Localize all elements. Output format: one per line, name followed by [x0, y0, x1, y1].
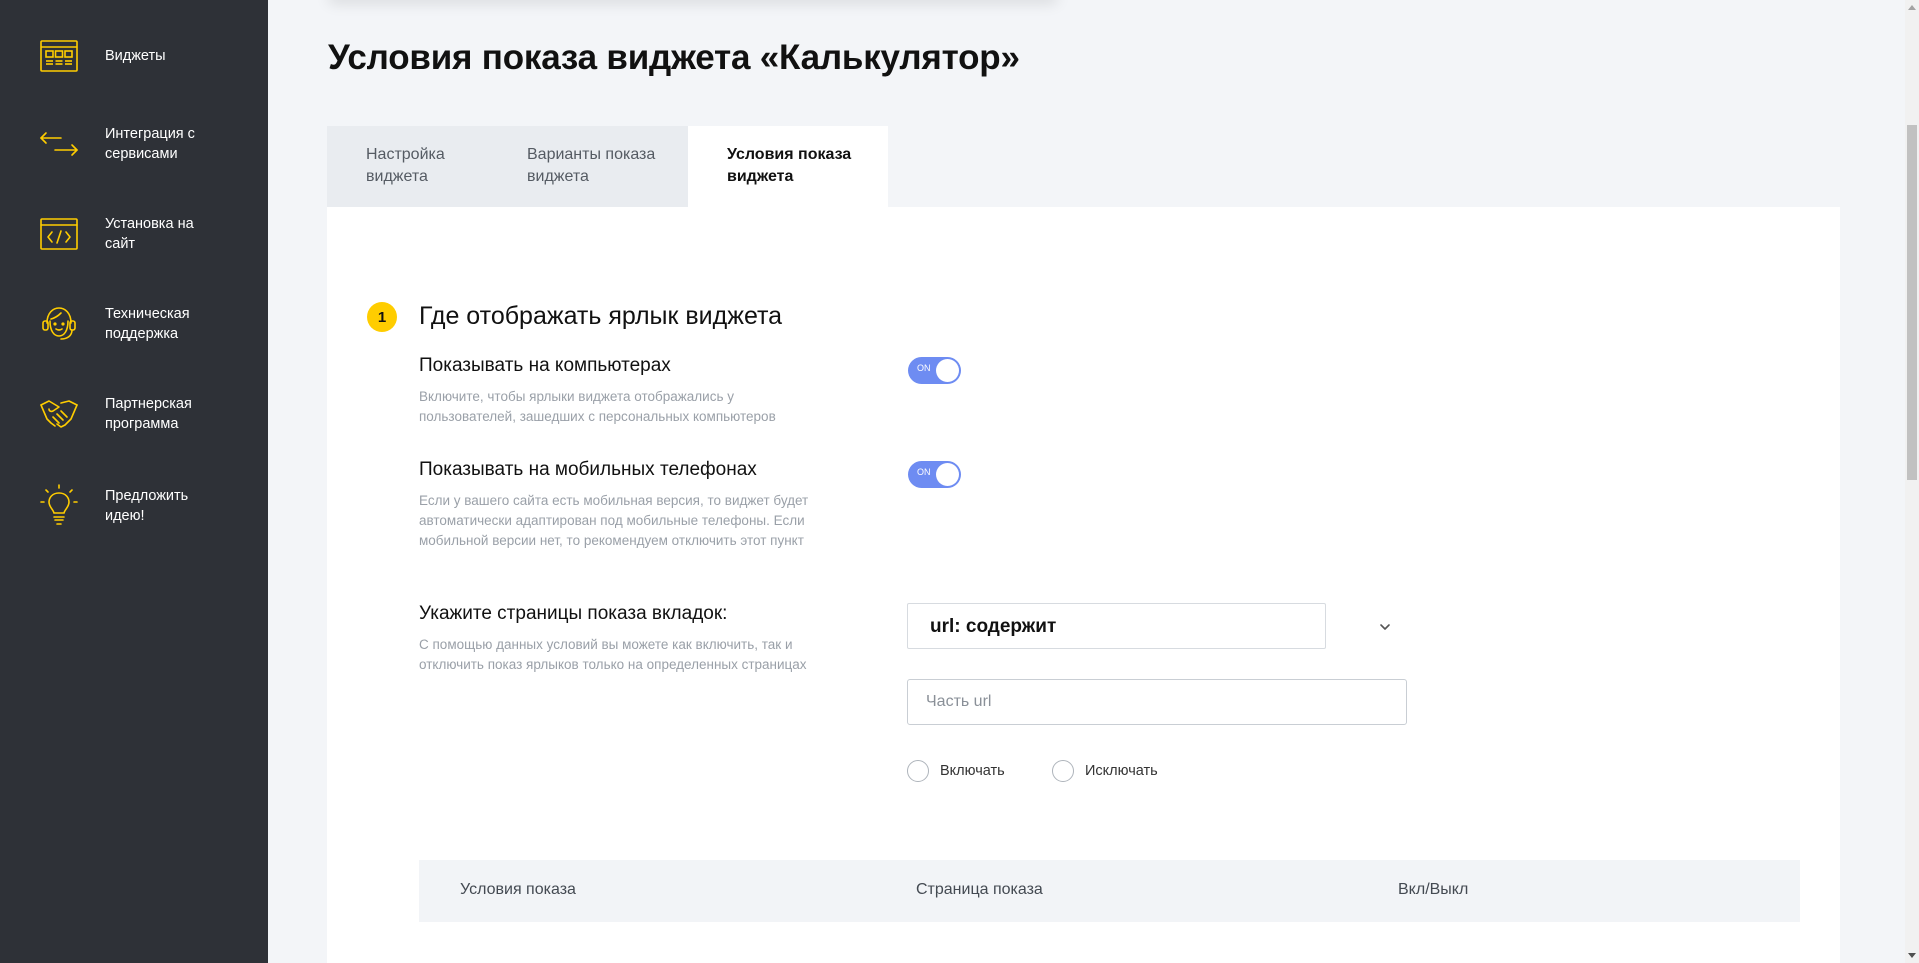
main-content: Условия показа виджета «Калькулятор» Нас…	[268, 0, 1919, 963]
handshake-icon	[38, 393, 80, 435]
url-part-input[interactable]	[907, 679, 1407, 725]
page-scrollbar[interactable]	[1905, 0, 1919, 963]
widgets-icon	[38, 35, 80, 77]
tab-bar: Настройка виджета Варианты показа виджет…	[327, 126, 888, 207]
sidebar-item-integration[interactable]: Интеграция с сервисами	[0, 109, 268, 179]
sidebar-item-support[interactable]: Техническая поддержка	[0, 289, 268, 359]
integration-arrows-icon	[38, 123, 80, 165]
tab-widget-settings[interactable]: Настройка виджета	[327, 126, 488, 207]
mobile-option-title: Показывать на мобильных телефонах	[419, 459, 757, 480]
sidebar-item-install[interactable]: Установка на сайт	[0, 199, 268, 269]
pages-option-description: С помощью данных условий вы можете как в…	[419, 637, 807, 672]
sidebar-item-label: Предложить идею!	[105, 488, 189, 524]
chevron-down-icon[interactable]	[1375, 617, 1395, 637]
toggle-knob	[936, 463, 959, 486]
conditions-table-header: Условия показа Страница показа Вкл/Выкл	[419, 860, 1800, 922]
mobile-option-description: Если у вашего сайта есть мобильная верси…	[419, 493, 809, 548]
scroll-down-arrow-icon[interactable]	[1908, 953, 1916, 958]
radio-circle[interactable]	[907, 760, 929, 782]
sidebar-item-label: Техническая поддержка	[105, 306, 190, 342]
page-title: Условия показа виджета «Калькулятор»	[328, 38, 1020, 77]
scroll-up-arrow-icon[interactable]	[1908, 5, 1916, 10]
step-number-badge: 1	[367, 302, 397, 332]
pages-option-title: Укажите страницы показа вкладок:	[419, 603, 728, 624]
toggle-knob	[936, 359, 959, 382]
section-title: Где отображать ярлык виджета	[419, 302, 783, 330]
sidebar-item-label: Виджеты	[105, 48, 166, 64]
column-header-on-off: Вкл/Выкл	[1398, 881, 1469, 898]
radio-exclude-label: Исключать	[1085, 763, 1158, 779]
sidebar-item-label: Установка на сайт	[105, 216, 194, 252]
toggle-on-label: ON	[917, 363, 931, 373]
radio-include[interactable]: Включать	[907, 760, 1005, 782]
radio-include-label: Включать	[940, 763, 1005, 779]
url-condition-select[interactable]: url: содержит	[907, 603, 1326, 649]
mobile-toggle[interactable]: ON	[908, 461, 961, 488]
radio-circle[interactable]	[1052, 760, 1074, 782]
scrollbar-thumb[interactable]	[1907, 125, 1917, 480]
code-icon	[38, 213, 80, 255]
sidebar-item-partners[interactable]: Партнерская программа	[0, 379, 268, 449]
desktop-option-title: Показывать на компьютерах	[419, 355, 671, 376]
sidebar-item-suggest-idea[interactable]: Предложить идею!	[0, 471, 268, 541]
tab-display-variants[interactable]: Варианты показа виджета	[488, 126, 688, 207]
sidebar-item-widgets[interactable]: Виджеты	[0, 21, 268, 91]
tab-display-conditions[interactable]: Условия показа виджета	[688, 126, 888, 207]
desktop-toggle[interactable]: ON	[908, 357, 961, 384]
column-header-page: Страница показа	[916, 881, 1043, 898]
sidebar-item-label: Партнерская программа	[105, 396, 192, 432]
sidebar-item-label: Интеграция с сервисами	[105, 126, 195, 162]
sidebar: Виджеты Интеграция с сервисами Установка…	[0, 0, 268, 963]
toggle-on-label: ON	[917, 467, 931, 477]
radio-exclude[interactable]: Исключать	[1052, 760, 1158, 782]
desktop-option-description: Включите, чтобы ярлыки виджета отображал…	[419, 389, 776, 424]
conditions-panel: 1 Где отображать ярлык виджета Показыват…	[327, 207, 1840, 963]
column-header-conditions: Условия показа	[460, 881, 576, 898]
lightbulb-icon	[38, 484, 80, 527]
support-headset-icon	[38, 303, 80, 345]
